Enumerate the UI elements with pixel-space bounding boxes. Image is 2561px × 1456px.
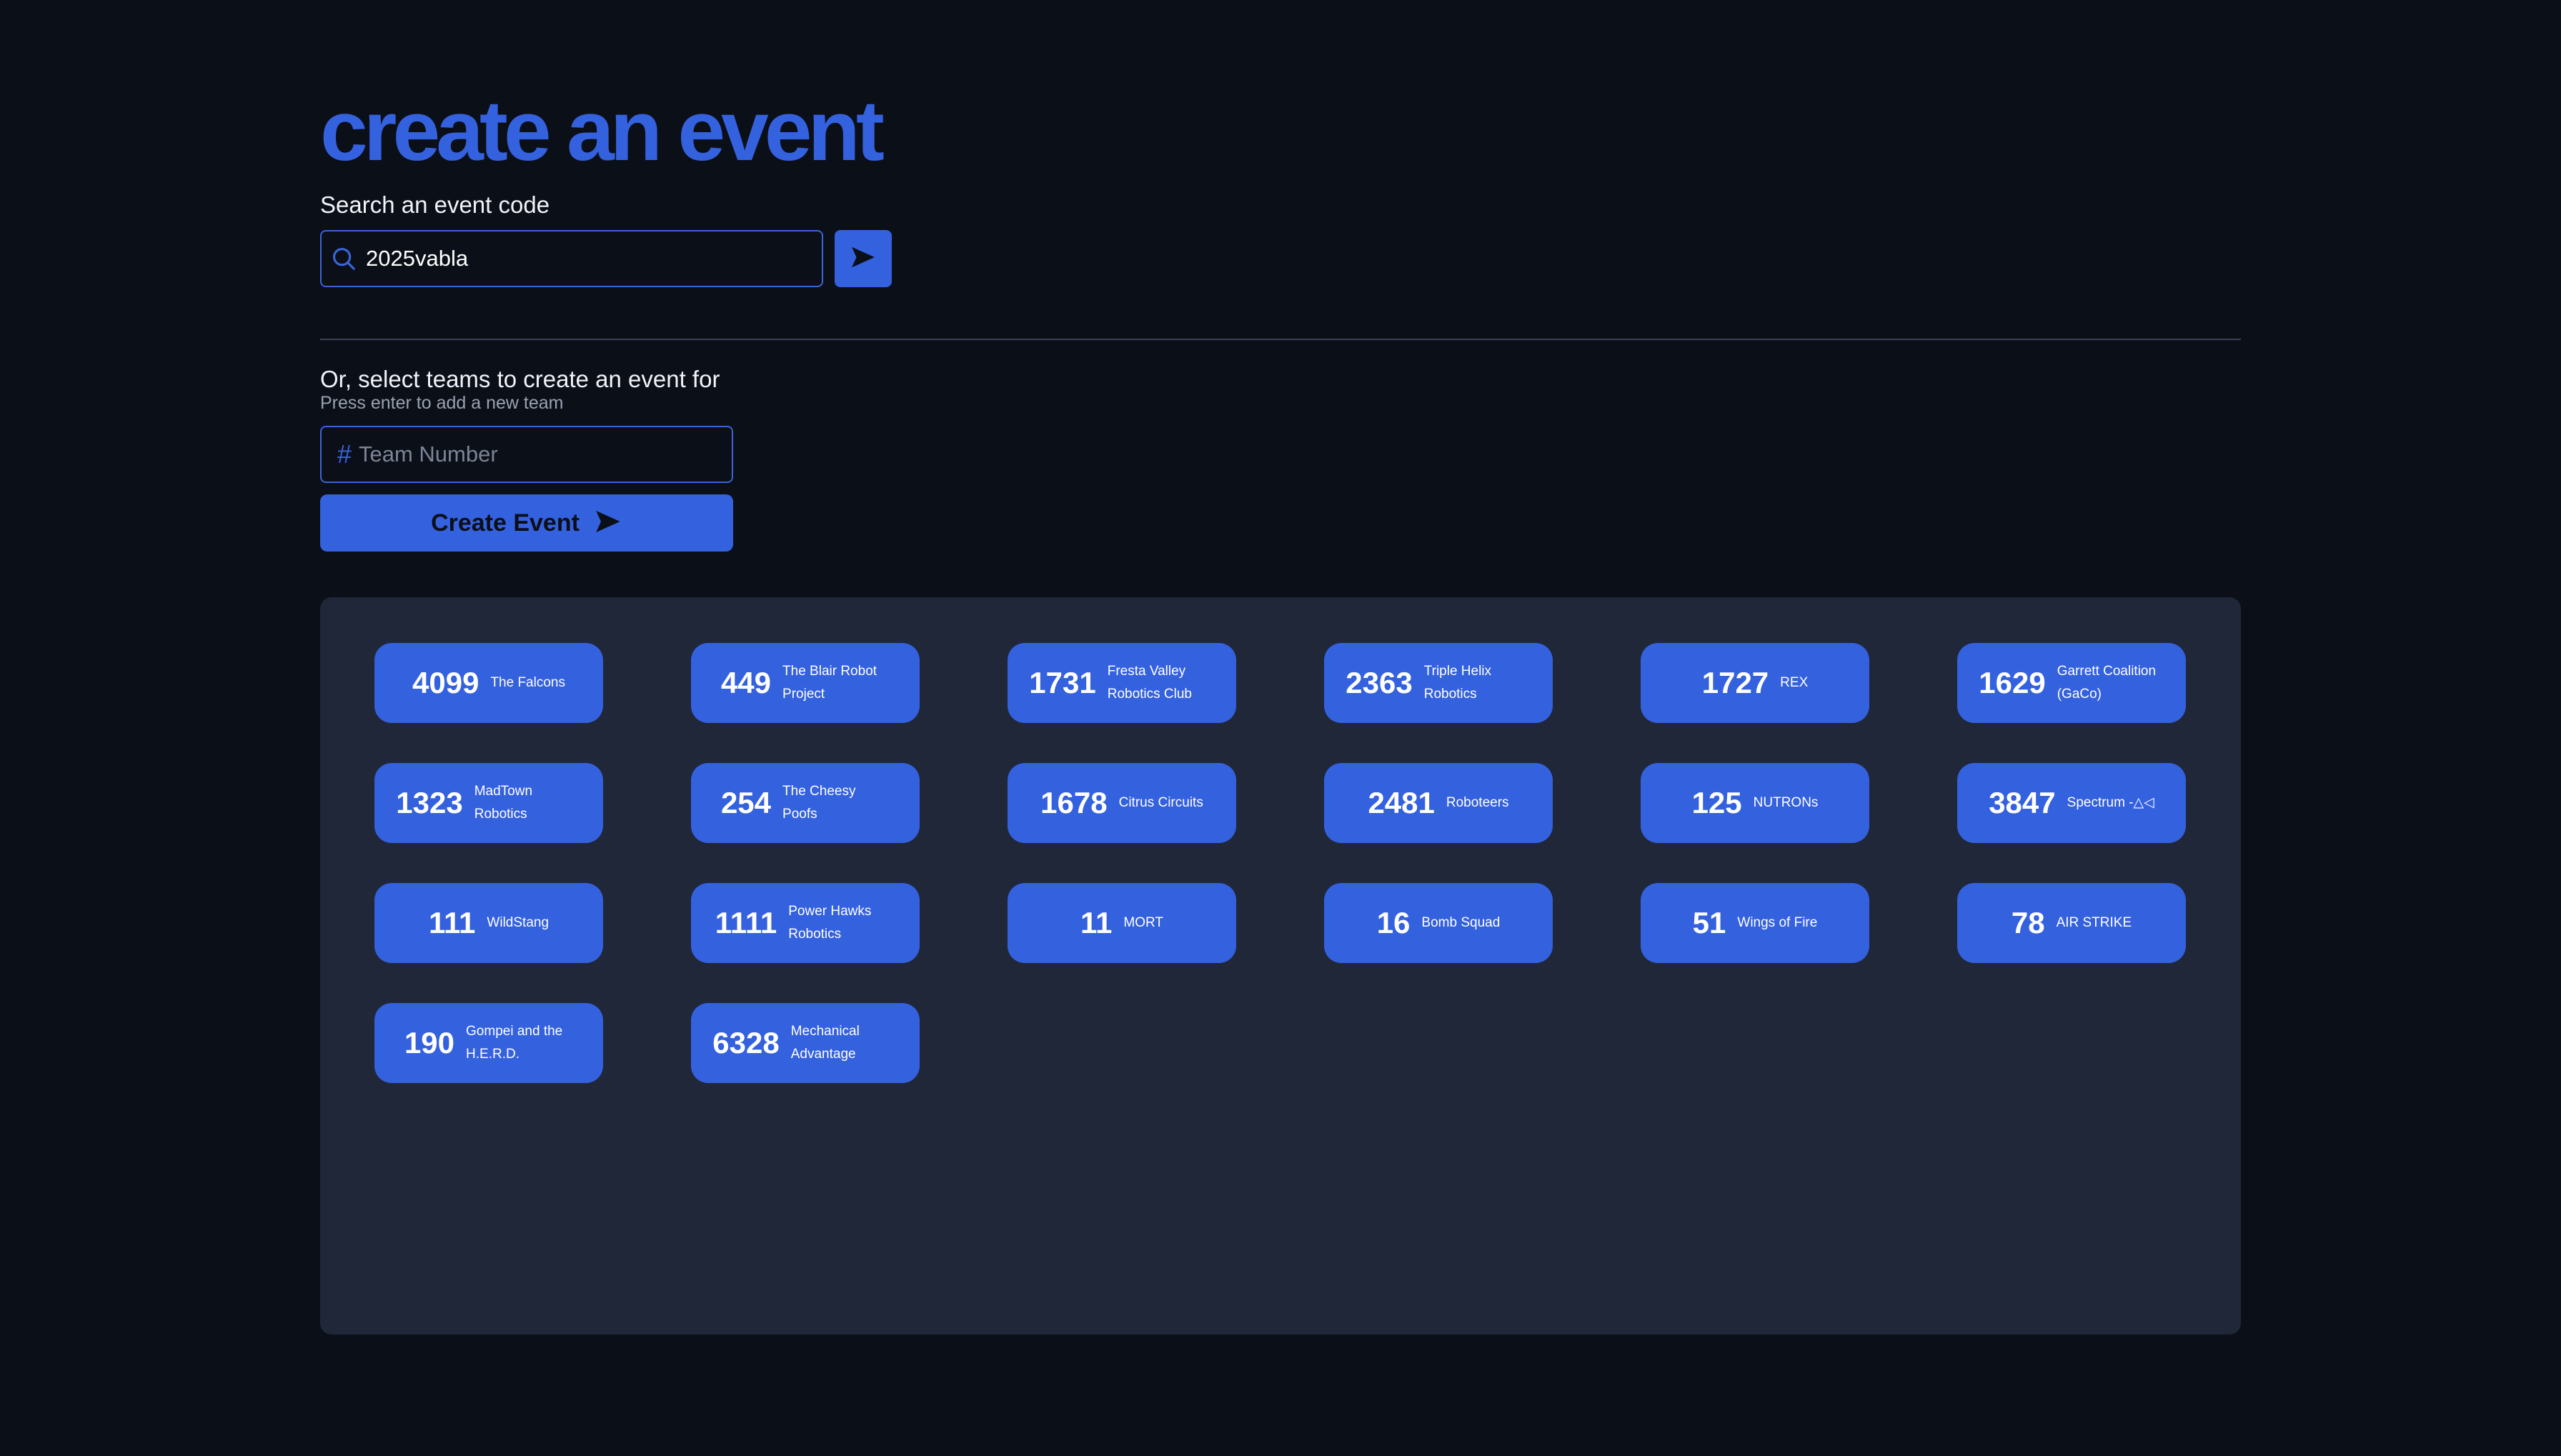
team-number: 190: [404, 1026, 455, 1059]
team-name: Wings of Fire: [1737, 915, 1818, 930]
team-name: Garrett Coalition (GaCo): [2057, 664, 2157, 702]
team-number-input[interactable]: [359, 427, 732, 482]
team-chip[interactable]: 449 The Blair Robot Project: [691, 643, 920, 723]
create-event-button[interactable]: Create Event: [320, 494, 733, 552]
team-number: 51: [1692, 906, 1726, 939]
team-name: NUTRONs: [1753, 795, 1819, 810]
team-chip[interactable]: 4099 The Falcons: [374, 643, 603, 723]
hash-icon: #: [337, 439, 352, 469]
team-chip[interactable]: 11 MORT: [1008, 883, 1236, 963]
team-name: REX: [1780, 675, 1809, 690]
search-submit-button[interactable]: [835, 230, 892, 287]
team-chip[interactable]: 3847 Spectrum -△◁: [1957, 763, 2186, 843]
search-icon: [322, 231, 366, 286]
select-teams-label: Or, select teams to create an event for: [320, 366, 720, 392]
team-name: MadTown Robotics: [474, 784, 533, 822]
team-number: 111: [428, 906, 476, 939]
team-name: AIR STRIKE: [2056, 915, 2132, 930]
team-chip[interactable]: 1727 REX: [1641, 643, 1869, 723]
send-icon: [850, 244, 877, 274]
team-number: 1678: [1040, 786, 1108, 819]
team-chip[interactable]: 78 AIR STRIKE: [1957, 883, 2186, 963]
team-number: 16: [1376, 906, 1411, 939]
team-name: Roboteers: [1446, 795, 1509, 810]
team-name: Power Hawks Robotics: [788, 904, 872, 942]
team-number: 1727: [1701, 666, 1769, 699]
team-name: Mechanical Advantage: [790, 1024, 860, 1062]
team-chip[interactable]: 1323 MadTown Robotics: [374, 763, 603, 843]
team-name: Triple Helix Robotics: [1423, 664, 1492, 702]
team-name: Bomb Squad: [1421, 915, 1501, 930]
select-teams-hint: Press enter to add a new team: [320, 393, 564, 413]
team-chip[interactable]: 6328 Mechanical Advantage: [691, 1003, 920, 1083]
team-name: Gompei and the H.E.R.D.: [466, 1024, 563, 1062]
team-chip[interactable]: 1629 Garrett Coalition (GaCo): [1957, 643, 2186, 723]
team-name: Citrus Circuits: [1118, 795, 1203, 810]
team-chip[interactable]: 2363 Triple Helix Robotics: [1324, 643, 1553, 723]
team-number: 449: [720, 666, 772, 699]
team-chip[interactable]: 125 NUTRONs: [1641, 763, 1869, 843]
team-chip[interactable]: 1678 Citrus Circuits: [1008, 763, 1236, 843]
team-number: 1111: [715, 906, 777, 939]
event-code-search-field[interactable]: [320, 230, 823, 287]
team-name: The Cheesy Poofs: [782, 784, 856, 822]
teams-panel: 4099 The Falcons 449 The Blair Robot Projec…: [320, 597, 2241, 1335]
team-chip[interactable]: 111 WildStang: [374, 883, 603, 963]
team-number-field[interactable]: #: [320, 426, 733, 483]
team-name: The Falcons: [490, 675, 565, 690]
team-chip[interactable]: 254 The Cheesy Poofs: [691, 763, 920, 843]
team-number: 2363: [1346, 666, 1413, 699]
event-code-input[interactable]: [366, 231, 822, 286]
create-event-button-label: Create Event: [431, 509, 580, 537]
team-chip[interactable]: 2481 Roboteers: [1324, 763, 1553, 843]
team-number: 4099: [412, 666, 479, 699]
team-name: Spectrum -△◁: [2067, 795, 2154, 810]
team-name: WildStang: [487, 915, 550, 930]
team-number: 1323: [396, 786, 463, 819]
team-name: Fresta Valley Robotics Club: [1107, 664, 1192, 702]
team-chip[interactable]: 16 Bomb Squad: [1324, 883, 1553, 963]
team-number: 6328: [712, 1026, 780, 1059]
team-number: 2481: [1368, 786, 1435, 819]
search-label: Search an event code: [320, 191, 550, 218]
section-divider: [320, 339, 2241, 340]
team-number: 78: [2011, 906, 2045, 939]
team-name: MORT: [1123, 915, 1163, 930]
team-number: 11: [1080, 906, 1113, 939]
team-name: The Blair Robot Project: [782, 664, 877, 702]
team-number: 1629: [1979, 666, 2046, 699]
team-chip[interactable]: 190 Gompei and the H.E.R.D.: [374, 1003, 603, 1083]
team-number: 1731: [1029, 666, 1096, 699]
team-chip[interactable]: 51 Wings of Fire: [1641, 883, 1869, 963]
send-icon: [594, 507, 622, 539]
team-number: 125: [1691, 786, 1742, 819]
team-chip[interactable]: 1731 Fresta Valley Robotics Club: [1008, 643, 1236, 723]
team-chip[interactable]: 1111 Power Hawks Robotics: [691, 883, 920, 963]
team-number: 3847: [1989, 786, 2056, 819]
team-number: 254: [720, 786, 772, 819]
page-title: create an event: [320, 83, 885, 179]
